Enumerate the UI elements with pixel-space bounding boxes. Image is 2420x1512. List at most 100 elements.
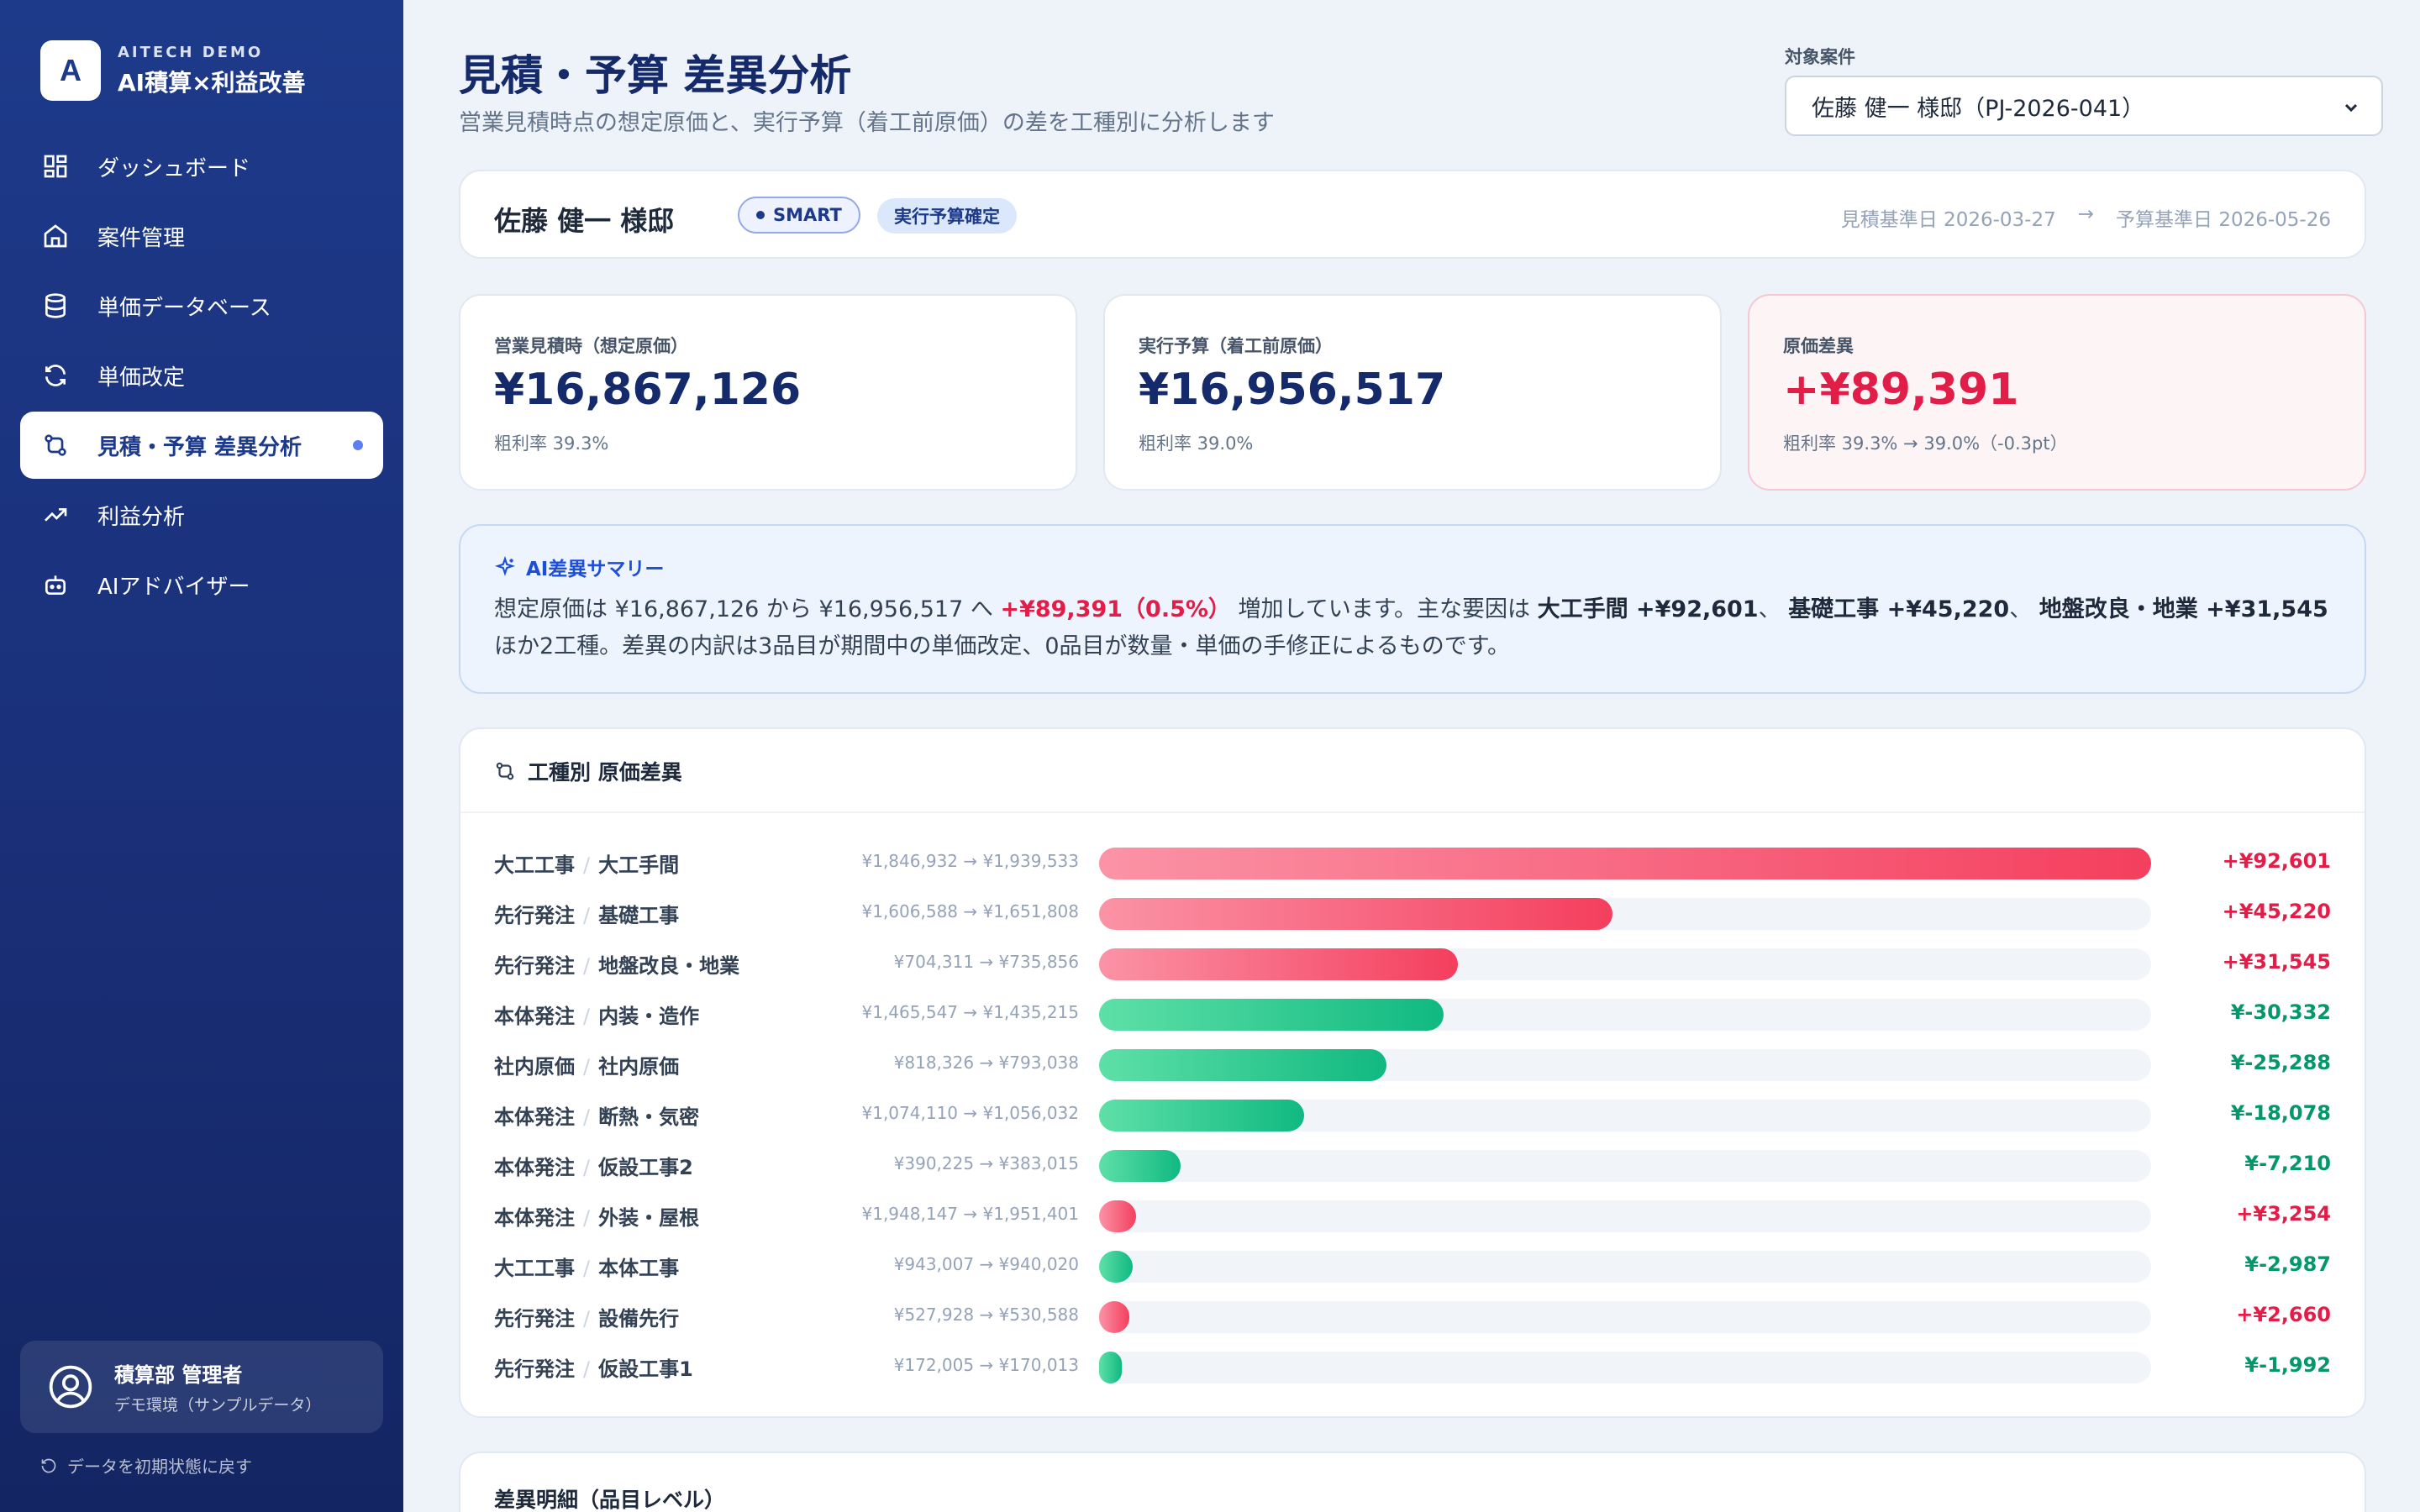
variance-row[interactable]: 先行発注 / 設備先行 ¥527,928 → ¥530,588 +¥2,660 bbox=[460, 1292, 2365, 1342]
bar-track bbox=[1099, 1200, 2151, 1232]
bar-track bbox=[1099, 1049, 2151, 1081]
estimate-date: 見積基準日 2026-03-27 bbox=[1840, 209, 2056, 231]
kpi-note: 粗利率 39.3% bbox=[494, 433, 609, 454]
kpi-label: 実行予算（着工前原価） bbox=[1139, 336, 1333, 356]
kpi-note: 粗利率 39.0% bbox=[1139, 433, 1254, 454]
dashboard-icon bbox=[40, 151, 71, 181]
variance-bar bbox=[1099, 1200, 1136, 1232]
row-range: ¥172,005 → ¥170,013 bbox=[893, 1355, 1079, 1375]
status-badge: 実行予算確定 bbox=[877, 198, 1017, 234]
variance-row[interactable]: 先行発注 / 基礎工事 ¥1,606,588 → ¥1,651,808 +¥45,220 bbox=[460, 889, 2365, 939]
bar-track bbox=[1099, 848, 2151, 879]
row-separator: / bbox=[583, 853, 591, 877]
summary-highlight: +¥89,391（0.5%） bbox=[1000, 596, 1231, 622]
target-project-select[interactable]: 佐藤 健一 様邸（PJ-2026-041） bbox=[1785, 76, 2383, 136]
bar-track bbox=[1099, 948, 2151, 980]
summary-factor: 地盤改良・地業 +¥31,545 bbox=[2039, 596, 2328, 622]
row-range: ¥390,225 → ¥383,015 bbox=[893, 1153, 1079, 1173]
row-name: 地盤改良・地業 bbox=[598, 954, 740, 978]
row-group: 大工工事 bbox=[494, 853, 575, 877]
sidebar-item-price-revision[interactable]: 単価改定 bbox=[20, 342, 383, 409]
row-range: ¥1,948,147 → ¥1,951,401 bbox=[861, 1204, 1080, 1224]
bar-track bbox=[1099, 1352, 2151, 1383]
row-group: 本体発注 bbox=[494, 1005, 575, 1028]
brand-sub: AITECH DEMO bbox=[118, 43, 264, 61]
chart-header: 工種別 原価差異 bbox=[460, 729, 2365, 813]
sidebar-item-variance-analysis[interactable]: 見積・予算 差異分析 bbox=[20, 412, 383, 479]
row-group: 先行発注 bbox=[494, 1307, 575, 1331]
sidebar-item-profit-analysis[interactable]: 利益分析 bbox=[20, 481, 383, 549]
variance-row[interactable]: 本体発注 / 内装・造作 ¥1,465,547 → ¥1,435,215 ¥-30,33… bbox=[460, 990, 2365, 1040]
row-delta: ¥-18,078 bbox=[2230, 1101, 2331, 1125]
row-category: 本体発注 / 仮設工事2 bbox=[494, 1151, 693, 1180]
row-range: ¥818,326 → ¥793,038 bbox=[893, 1053, 1079, 1073]
variance-row[interactable]: 本体発注 / 断熱・気密 ¥1,074,110 → ¥1,056,032 ¥-18,07… bbox=[460, 1090, 2365, 1141]
active-indicator bbox=[353, 440, 363, 450]
user-card[interactable]: 積算部 管理者 デモ環境（サンプルデータ） bbox=[20, 1341, 383, 1433]
ai-summary-card: AI差異サマリー 想定原価は ¥16,867,126 から ¥16,956,51… bbox=[459, 524, 2366, 694]
row-category: 本体発注 / 外装・屋根 bbox=[494, 1201, 699, 1231]
variance-bar bbox=[1099, 1150, 1181, 1182]
row-category: 本体発注 / 内装・造作 bbox=[494, 1000, 699, 1029]
row-group: 先行発注 bbox=[494, 954, 575, 978]
detail-title: 差異明細（品目レベル） bbox=[494, 1488, 726, 1512]
trend-icon bbox=[40, 500, 71, 530]
variance-bar bbox=[1099, 848, 2151, 879]
sidebar-item-ai-advisor[interactable]: AIアドバイザー bbox=[20, 551, 383, 618]
sidebar-item-dashboard[interactable]: ダッシュボード bbox=[20, 133, 383, 200]
row-name: 内装・造作 bbox=[598, 1005, 700, 1028]
kpi-budget-card: 実行予算（着工前原価） ¥16,956,517 粗利率 39.0% bbox=[1103, 294, 1722, 491]
bar-track bbox=[1099, 1100, 2151, 1131]
row-range: ¥1,465,547 → ¥1,435,215 bbox=[861, 1002, 1080, 1022]
row-range: ¥1,074,110 → ¥1,056,032 bbox=[861, 1103, 1080, 1123]
row-separator: / bbox=[583, 1206, 591, 1230]
variance-row[interactable]: 大工工事 / 大工手間 ¥1,846,932 → ¥1,939,533 +¥92,601 bbox=[460, 838, 2365, 889]
row-separator: / bbox=[583, 1307, 591, 1331]
variance-row[interactable]: 大工工事 / 本体工事 ¥943,007 → ¥940,020 ¥-2,987 bbox=[460, 1242, 2365, 1292]
row-group: 大工工事 bbox=[494, 1257, 575, 1280]
row-group: 本体発注 bbox=[494, 1206, 575, 1230]
project-header-card: 佐藤 健一 様邸 SMART 実行予算確定 見積基準日 2026-03-27 →… bbox=[459, 170, 2366, 259]
variance-row[interactable]: 本体発注 / 仮設工事2 ¥390,225 → ¥383,015 ¥-7,210 bbox=[460, 1141, 2365, 1191]
sidebar-item-label: ダッシュボード bbox=[97, 155, 251, 181]
kpi-value: +¥89,391 bbox=[1783, 365, 2019, 415]
row-separator: / bbox=[583, 1257, 591, 1280]
user-avatar-icon bbox=[49, 1365, 92, 1409]
page-title: 見積・予算 差異分析 bbox=[459, 51, 852, 100]
row-range: ¥1,606,588 → ¥1,651,808 bbox=[861, 901, 1080, 921]
row-delta: +¥2,660 bbox=[2236, 1303, 2331, 1326]
refresh-icon bbox=[40, 360, 71, 391]
sidebar-item-label: 利益分析 bbox=[97, 504, 186, 530]
ai-summary-title-text: AI差異サマリー bbox=[526, 559, 665, 580]
variance-row[interactable]: 先行発注 / 仮設工事1 ¥172,005 → ¥170,013 ¥-1,992 bbox=[460, 1342, 2365, 1393]
variance-bar bbox=[1099, 948, 1458, 980]
sidebar-item-projects[interactable]: 案件管理 bbox=[20, 202, 383, 270]
variance-row[interactable]: 本体発注 / 外装・屋根 ¥1,948,147 → ¥1,951,401 +¥3,254 bbox=[460, 1191, 2365, 1242]
sparkle-icon bbox=[494, 556, 516, 577]
row-category: 先行発注 / 仮設工事1 bbox=[494, 1352, 693, 1382]
row-group: 社内原価 bbox=[494, 1055, 575, 1079]
row-group: 本体発注 bbox=[494, 1156, 575, 1179]
row-name: 設備先行 bbox=[598, 1307, 680, 1331]
variance-bar bbox=[1099, 1049, 1386, 1081]
robot-icon bbox=[40, 570, 71, 600]
sidebar-item-price-db[interactable]: 単価データベース bbox=[20, 272, 383, 339]
bar-track bbox=[1099, 1301, 2151, 1333]
user-env: デモ環境（サンプルデータ） bbox=[114, 1396, 322, 1415]
variance-row[interactable]: 先行発注 / 地盤改良・地業 ¥704,311 → ¥735,856 +¥31,545 bbox=[460, 939, 2365, 990]
brand[interactable]: A AITECH DEMO AI積算×利益改善 bbox=[40, 40, 306, 101]
variance-row[interactable]: 社内原価 / 社内原価 ¥818,326 → ¥793,038 ¥-25,288 bbox=[460, 1040, 2365, 1090]
row-category: 社内原価 / 社内原価 bbox=[494, 1050, 679, 1079]
row-separator: / bbox=[583, 1105, 591, 1129]
reset-label: データを初期状態に戻す bbox=[67, 1457, 252, 1477]
summary-factor: 大工手間 +¥92,601 bbox=[1537, 596, 1759, 622]
variance-detail-card: 差異明細（品目レベル） bbox=[459, 1452, 2366, 1512]
kpi-diff-card: 原価差異 +¥89,391 粗利率 39.3% → 39.0%（-0.3pt） bbox=[1748, 294, 2366, 491]
reset-data-link[interactable]: データを初期状態に戻す bbox=[40, 1453, 252, 1478]
home-icon bbox=[40, 221, 71, 251]
variance-bar-list: 大工工事 / 大工手間 ¥1,846,932 → ¥1,939,533 +¥92,601… bbox=[460, 838, 2365, 1393]
row-category: 先行発注 / 基礎工事 bbox=[494, 899, 679, 928]
row-name: 仮設工事2 bbox=[598, 1156, 693, 1179]
sidebar-item-label: 案件管理 bbox=[97, 225, 186, 251]
row-name: 大工手間 bbox=[598, 853, 680, 877]
